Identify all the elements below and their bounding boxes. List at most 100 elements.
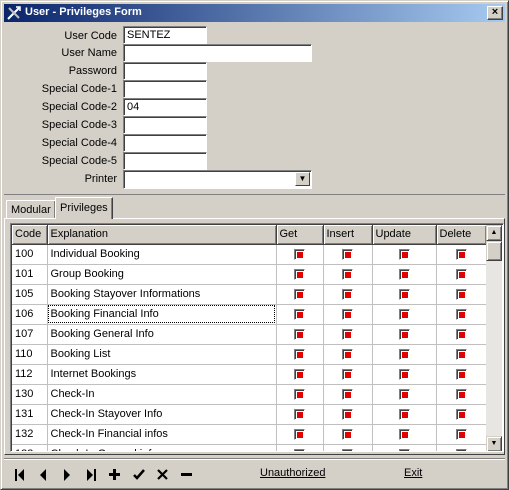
insert-cell[interactable] — [323, 424, 373, 445]
delete-cell[interactable] — [436, 384, 486, 405]
explanation-cell[interactable]: Group Booking — [47, 264, 277, 285]
update-checkbox[interactable] — [398, 388, 410, 400]
delete-cell[interactable] — [436, 284, 486, 305]
insert-checkbox[interactable] — [342, 348, 353, 360]
column-header-get[interactable]: Get — [276, 225, 324, 245]
insert-cell[interactable] — [323, 364, 373, 385]
special-code-2-field[interactable]: 04 — [123, 98, 207, 116]
code-cell[interactable]: 132 — [12, 424, 48, 445]
insert-cell[interactable] — [323, 444, 373, 451]
password-field[interactable] — [123, 62, 207, 80]
post-record-button[interactable] — [128, 465, 149, 485]
insert-checkbox[interactable] — [342, 428, 353, 440]
get-cell[interactable] — [276, 264, 324, 285]
insert-checkbox[interactable] — [342, 328, 353, 340]
delete-cell[interactable] — [436, 264, 486, 285]
delete-cell[interactable] — [436, 244, 486, 265]
delete-cell[interactable] — [436, 344, 486, 365]
update-cell[interactable] — [372, 284, 437, 305]
table-row[interactable]: 110 Booking List — [12, 344, 486, 365]
get-cell[interactable] — [276, 324, 324, 345]
scroll-thumb[interactable] — [486, 241, 502, 261]
delete-cell[interactable] — [436, 364, 486, 385]
special-code-1-field[interactable] — [123, 80, 207, 98]
code-cell[interactable]: 110 — [12, 344, 48, 365]
get-checkbox[interactable] — [294, 428, 305, 440]
insert-cell[interactable] — [323, 404, 373, 425]
insert-cell[interactable] — [323, 284, 373, 305]
delete-cell[interactable] — [436, 424, 486, 445]
update-cell[interactable] — [372, 424, 437, 445]
update-checkbox[interactable] — [398, 428, 410, 440]
prior-record-button[interactable] — [32, 465, 53, 485]
delete-checkbox[interactable] — [455, 248, 467, 260]
table-row[interactable]: 130 Check-In — [12, 384, 486, 405]
explanation-cell[interactable]: Check-In Financial infos — [47, 424, 277, 445]
update-checkbox[interactable] — [398, 328, 410, 340]
insert-checkbox[interactable] — [342, 388, 353, 400]
scroll-down-button[interactable]: ▼ — [486, 436, 502, 451]
delete-checkbox[interactable] — [455, 428, 467, 440]
column-header-code[interactable]: Code — [12, 225, 48, 245]
delete-cell[interactable] — [436, 404, 486, 425]
get-cell[interactable] — [276, 284, 324, 305]
printer-dropdown-button[interactable]: ▼ — [295, 172, 310, 186]
insert-checkbox[interactable] — [342, 408, 353, 420]
code-cell[interactable]: 106 — [12, 304, 48, 325]
update-checkbox[interactable] — [398, 308, 410, 320]
get-cell[interactable] — [276, 444, 324, 451]
update-cell[interactable] — [372, 384, 437, 405]
special-code-5-field[interactable] — [123, 152, 207, 170]
get-checkbox[interactable] — [294, 408, 305, 420]
update-checkbox[interactable] — [398, 448, 410, 451]
unauthorized-button[interactable]: Unauthorized — [260, 467, 325, 479]
update-cell[interactable] — [372, 344, 437, 365]
user-code-field[interactable]: SENTEZ — [123, 26, 207, 44]
table-row[interactable]: 100 Individual Booking — [12, 244, 486, 265]
column-header-delete[interactable]: Delete — [436, 225, 486, 245]
get-checkbox[interactable] — [294, 448, 305, 451]
table-row[interactable]: 131 Check-In Stayover Info — [12, 404, 486, 425]
insert-checkbox[interactable] — [342, 368, 353, 380]
insert-record-button[interactable] — [104, 465, 125, 485]
delete-cell[interactable] — [436, 444, 486, 451]
special-code-3-field[interactable] — [123, 116, 207, 134]
printer-select[interactable]: ▼ — [123, 170, 312, 189]
last-record-button[interactable] — [80, 465, 101, 485]
code-cell[interactable]: 131 — [12, 404, 48, 425]
get-cell[interactable] — [276, 364, 324, 385]
insert-cell[interactable] — [323, 264, 373, 285]
update-cell[interactable] — [372, 444, 437, 451]
get-cell[interactable] — [276, 384, 324, 405]
get-checkbox[interactable] — [294, 328, 305, 340]
column-header-update[interactable]: Update — [372, 225, 437, 245]
tab-modular[interactable]: Modular — [6, 200, 56, 219]
delete-checkbox[interactable] — [455, 308, 467, 320]
insert-cell[interactable] — [323, 324, 373, 345]
insert-cell[interactable] — [323, 384, 373, 405]
get-cell[interactable] — [276, 344, 324, 365]
insert-cell[interactable] — [323, 304, 373, 325]
delete-checkbox[interactable] — [455, 328, 467, 340]
update-checkbox[interactable] — [398, 348, 410, 360]
insert-checkbox[interactable] — [342, 268, 353, 280]
get-checkbox[interactable] — [294, 288, 305, 300]
table-row[interactable]: 132 Check-In Financial infos — [12, 424, 486, 445]
get-cell[interactable] — [276, 304, 324, 325]
explanation-cell[interactable]: Individual Booking — [47, 244, 277, 265]
tab-privileges[interactable]: Privileges — [55, 197, 113, 219]
delete-checkbox[interactable] — [455, 388, 467, 400]
delete-cell[interactable] — [436, 324, 486, 345]
insert-cell[interactable] — [323, 344, 373, 365]
code-cell[interactable]: 133 — [12, 444, 48, 451]
delete-cell[interactable] — [436, 304, 486, 325]
delete-checkbox[interactable] — [455, 268, 467, 280]
get-checkbox[interactable] — [294, 268, 305, 280]
get-checkbox[interactable] — [294, 388, 305, 400]
update-cell[interactable] — [372, 404, 437, 425]
delete-checkbox[interactable] — [455, 448, 467, 451]
get-cell[interactable] — [276, 424, 324, 445]
explanation-cell[interactable]: Check-In — [47, 384, 277, 405]
table-row[interactable]: 133 Check-In General info — [12, 444, 486, 451]
column-header-insert[interactable]: Insert — [323, 225, 373, 245]
